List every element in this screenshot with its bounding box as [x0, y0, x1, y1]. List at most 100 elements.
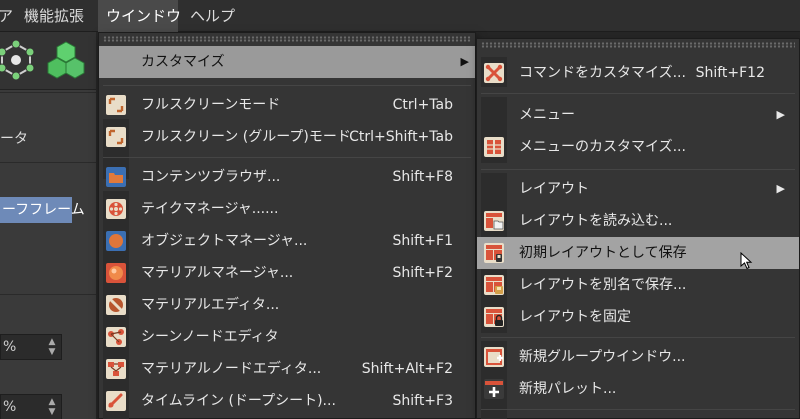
- submenu-item-load-layout[interactable]: レイアウトを読み込む...: [477, 205, 799, 237]
- menu-item-label: マテリアルマネージャ...: [141, 265, 294, 281]
- material-manager-icon: [105, 262, 127, 284]
- panel-divider: [0, 294, 96, 295]
- material-editor-icon: [105, 294, 127, 316]
- menu-item-object-manager[interactable]: オブジェクトマネージャ... Shift+F1: [99, 225, 475, 257]
- menu-item-label: コマンドをカスタマイズ...: [519, 65, 686, 81]
- menu-item-material-node-editor[interactable]: マテリアルノードエディタ... Shift+Alt+F2: [99, 353, 475, 385]
- submenu-item-save-layout-as[interactable]: レイアウトを別名で保存...: [477, 269, 799, 301]
- left-panel: ータ ーフフレーム % ▲ ▼ % ▲ ▼: [0, 32, 96, 419]
- menu-item-shortcut: Shift+F3: [392, 393, 453, 409]
- timeline-icon: [105, 390, 127, 412]
- menu-item-label: シーンノードエディタ: [141, 329, 279, 345]
- panel-selected-item[interactable]: ーフフレーム: [0, 197, 85, 223]
- menu-item-label: フルスクリーンモード: [141, 97, 281, 113]
- submenu-arrow-icon: ▶: [460, 55, 469, 68]
- cubes-icon[interactable]: [44, 38, 88, 82]
- take-manager-icon: [105, 198, 127, 220]
- menu-item-customize[interactable]: カスタマイズ ▶: [99, 46, 475, 78]
- menubar: ア 機能拡張 ウインドウ ヘルプ: [0, 0, 800, 32]
- menu-item-label: タイムライン (ドープシート)...: [141, 393, 336, 409]
- menu-item-label: 新規グループウインドウ...: [519, 349, 686, 365]
- menu-item-take-manager[interactable]: テイクマネージャ......: [99, 193, 475, 225]
- tear-off-handle[interactable]: [103, 36, 471, 42]
- menu-item-fullscreen-group[interactable]: フルスクリーン (グループ)モード Ctrl+Shift+Tab: [99, 121, 475, 153]
- submenu-item-menu[interactable]: メニュー ▶: [477, 99, 799, 131]
- menu-item-label: 初期レイアウトとして保存: [519, 245, 687, 261]
- fullscreen-group-icon: [105, 126, 127, 148]
- menu-item-content-browser[interactable]: コンテンツブラウザ... Shift+F8: [99, 161, 475, 193]
- menu-separator: [103, 85, 471, 86]
- menu-item-shortcut: Shift+F2: [392, 265, 453, 281]
- submenu-item-customize-menus[interactable]: メニューのカスタマイズ...: [477, 131, 799, 163]
- toolbar: [0, 32, 96, 90]
- percent-field-2[interactable]: % ▲ ▼: [0, 394, 62, 419]
- object-manager-icon: [105, 230, 127, 252]
- panel-divider: [0, 162, 96, 163]
- customize-commands-icon: [483, 62, 505, 84]
- percent-field-1-value: %: [3, 339, 17, 355]
- menu-item-label: オブジェクトマネージャ...: [141, 233, 308, 249]
- menu-item-material-manager[interactable]: マテリアルマネージャ... Shift+F2: [99, 257, 475, 289]
- content-browser-icon: [105, 166, 127, 188]
- menu-item-label: フルスクリーン (グループ)モード: [141, 129, 351, 145]
- save-layout-as-icon: [483, 274, 505, 296]
- material-node-editor-icon: [105, 358, 127, 380]
- menubar-item-window[interactable]: ウインドウ: [98, 0, 181, 32]
- menu-item-material-editor[interactable]: マテリアルエディタ...: [99, 289, 475, 321]
- lock-layout-icon: [483, 306, 505, 328]
- submenu-arrow-icon: ▶: [776, 108, 785, 121]
- menubar-item-extensions[interactable]: 機能拡張: [16, 0, 92, 32]
- menu-item-label: メニュー: [519, 107, 575, 123]
- menu-separator: [481, 93, 795, 94]
- submenu-item-new-palette[interactable]: 新規パレット...: [477, 373, 799, 405]
- submenu-item-new-group-window[interactable]: 新規グループウインドウ...: [477, 341, 799, 373]
- menu-item-label: レイアウト: [519, 181, 589, 197]
- menu-item-shortcut: Shift+F1: [392, 233, 453, 249]
- save-startup-layout-icon: [483, 242, 505, 264]
- stepper-icon[interactable]: ▲ ▼: [45, 397, 59, 417]
- percent-field-1[interactable]: % ▲ ▼: [0, 334, 62, 360]
- panel-divider: [0, 92, 96, 93]
- menu-item-shortcut: Shift+F12: [695, 65, 765, 81]
- menu-item-label: メニューのカスタマイズ...: [519, 139, 686, 155]
- menu-item-label: レイアウトを固定: [519, 309, 631, 325]
- percent-field-2-value: %: [3, 399, 17, 415]
- menu-item-label: マテリアルノードエディタ...: [141, 361, 322, 377]
- new-palette-icon: [483, 378, 505, 400]
- panel-label-data: ータ: [0, 131, 28, 147]
- spline-nodes-icon[interactable]: [0, 38, 38, 82]
- menu-item-label: マテリアルエディタ...: [141, 297, 280, 313]
- menu-separator: [481, 337, 795, 338]
- menu-item-shortcut: Shift+F8: [392, 169, 453, 185]
- fullscreen-icon: [105, 94, 127, 116]
- menu-item-label: カスタマイズ: [141, 54, 225, 70]
- menu-item-shortcut: Shift+Alt+F2: [361, 361, 453, 377]
- menu-separator: [103, 157, 471, 158]
- menu-item-shortcut: Ctrl+Tab: [392, 97, 453, 113]
- menu-item-label: コンテンツブラウザ...: [141, 169, 281, 185]
- menu-separator: [481, 409, 795, 410]
- submenu-item-customize-commands[interactable]: コマンドをカスタマイズ... Shift+F12: [477, 57, 799, 89]
- stepper-icon[interactable]: ▲ ▼: [45, 337, 59, 357]
- menu-item-label: テイクマネージャ......: [141, 201, 279, 217]
- menu-item-scene-node-editor[interactable]: シーンノードエディタ: [99, 321, 475, 353]
- mouse-pointer-icon: [740, 251, 754, 270]
- customize-submenu: コマンドをカスタマイズ... Shift+F12 メニュー ▶ メニューのカスタ…: [476, 38, 800, 419]
- menu-item-fullscreen[interactable]: フルスクリーンモード Ctrl+Tab: [99, 89, 475, 121]
- menu-item-label: レイアウトを別名で保存...: [519, 277, 687, 293]
- customize-menus-icon: [483, 136, 505, 158]
- menu-separator: [481, 169, 795, 170]
- tear-off-handle[interactable]: [481, 42, 795, 48]
- menubar-item-help[interactable]: ヘルプ: [182, 0, 243, 32]
- menu-item-timeline[interactable]: タイムライン (ドープシート)... Shift+F3: [99, 385, 475, 417]
- menu-item-label: 新規パレット...: [519, 381, 617, 397]
- submenu-arrow-icon: ▶: [776, 182, 785, 195]
- window-menu: カスタマイズ ▶ フルスクリーンモード Ctrl+Tab フルスクリーン (グル…: [98, 32, 476, 419]
- load-layout-icon: [483, 210, 505, 232]
- menu-item-shortcut: Ctrl+Shift+Tab: [349, 129, 453, 145]
- scene-node-editor-icon: [105, 326, 127, 348]
- menu-item-label: レイアウトを読み込む...: [519, 213, 673, 229]
- submenu-item-layout[interactable]: レイアウト ▶: [477, 173, 799, 205]
- new-group-window-icon: [483, 346, 505, 368]
- submenu-item-lock-layout[interactable]: レイアウトを固定: [477, 301, 799, 333]
